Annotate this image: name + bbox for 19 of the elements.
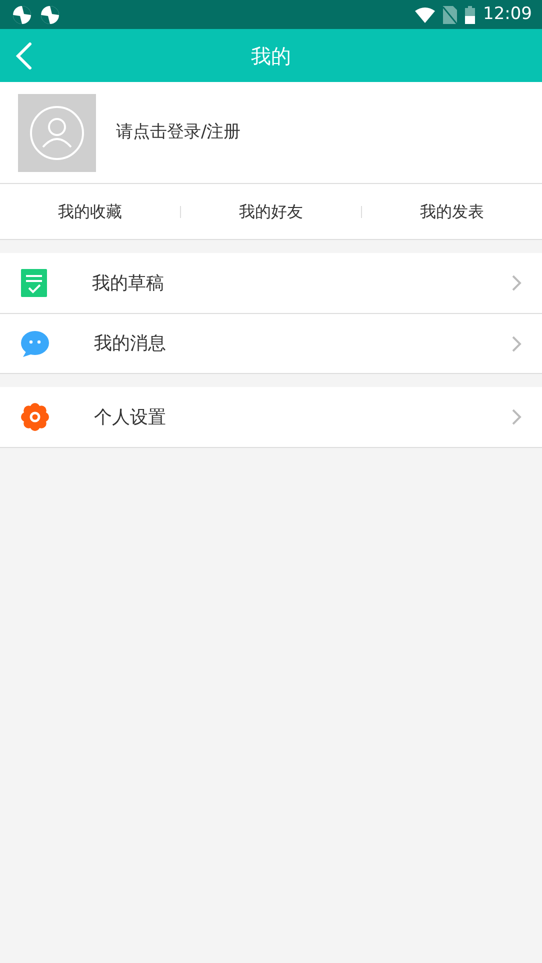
chevron-right-icon (512, 409, 522, 425)
chevron-right-icon (512, 336, 522, 352)
battery-icon (465, 6, 475, 24)
login-link[interactable]: 请点击登录/注册 (116, 120, 241, 146)
tab[interactable]: 我的收藏 (0, 200, 180, 224)
document-check-icon (21, 269, 47, 297)
avatar-placeholder[interactable] (18, 94, 96, 172)
app-notification-icon (12, 4, 32, 24)
page-title: 我的 (251, 42, 291, 70)
chevron-right-icon (512, 275, 522, 291)
chat-bubble-icon (21, 330, 49, 356)
no-sim-icon (443, 6, 457, 24)
wifi-icon (415, 6, 435, 22)
back-button[interactable] (14, 42, 34, 70)
tab[interactable]: 我的好友 (181, 200, 361, 224)
gear-icon (21, 403, 49, 431)
tab[interactable]: 我的发表 (362, 200, 542, 224)
clock-time: 12:09 (483, 2, 532, 26)
app-notification-icon (40, 4, 60, 24)
